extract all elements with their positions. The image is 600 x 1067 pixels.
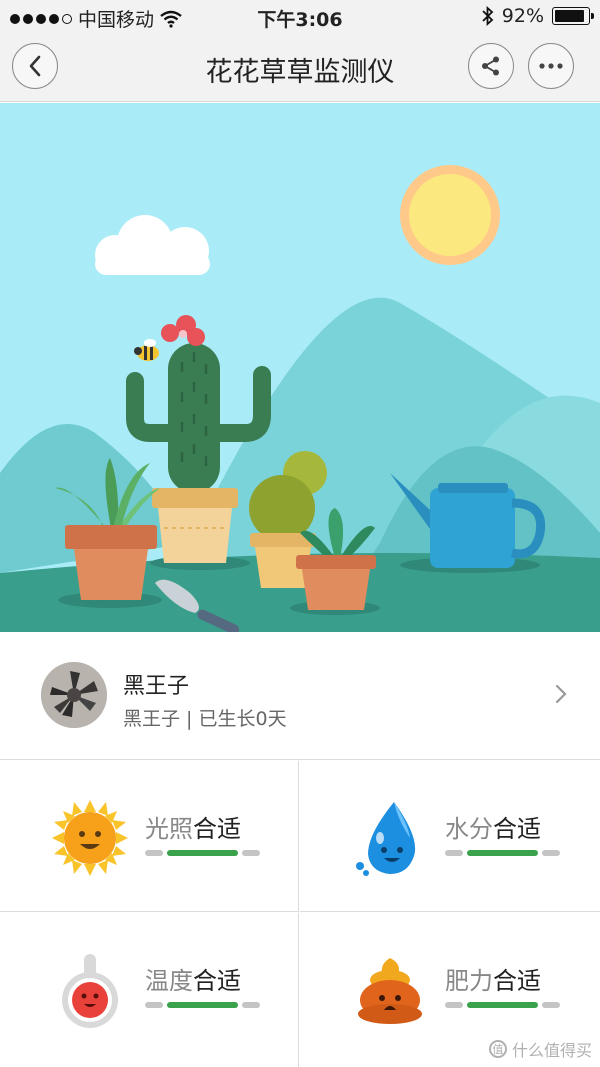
- gauge-low: [145, 1002, 163, 1008]
- more-dots-icon: [539, 63, 563, 69]
- more-button[interactable]: [528, 43, 574, 89]
- metric-name: 光照: [145, 815, 193, 843]
- metric-label: 水分合适: [445, 809, 541, 844]
- gauge-low: [445, 850, 463, 856]
- nav-bar: 花花草草监测仪: [0, 32, 600, 102]
- watermark-logo-icon: 值: [488, 1040, 507, 1058]
- gauge-high: [242, 850, 260, 856]
- bluetooth-icon: [482, 6, 494, 26]
- metric-label: 温度合适: [145, 961, 241, 996]
- sun-icon: [52, 800, 128, 876]
- metric-status: 合适: [193, 967, 241, 995]
- metric-name: 肥力: [445, 967, 493, 995]
- metric-status: 合适: [193, 815, 241, 843]
- gauge-low: [145, 850, 163, 856]
- metric-label: 肥力合适: [445, 961, 541, 996]
- metric-water[interactable]: 水分合适: [300, 761, 600, 912]
- gauge-high: [242, 1002, 260, 1008]
- water-drop-icon: [356, 802, 416, 876]
- battery-fill: [555, 10, 585, 22]
- share-icon: [482, 56, 499, 76]
- battery-icon: [552, 7, 594, 25]
- status-bar-gauge: [145, 1002, 260, 1008]
- gauge-ok: [467, 1002, 538, 1008]
- metric-light[interactable]: 光照合适: [0, 761, 299, 912]
- watermark-text: 什么值得买: [511, 1041, 592, 1060]
- status-bar: 中国移动 下午3:06 92%: [0, 0, 600, 32]
- metric-name: 温度: [145, 967, 193, 995]
- share-button[interactable]: [468, 43, 514, 89]
- gauge-ok: [467, 850, 538, 856]
- plant-info-row[interactable]: 黑王子 黑王子 | 已生长0天: [0, 632, 600, 760]
- gauge-ok: [167, 850, 238, 856]
- plant-name: 黑王子: [123, 674, 190, 699]
- thermometer-icon: [62, 954, 118, 1028]
- gauge-high: [542, 850, 560, 856]
- gauge-high: [542, 1002, 560, 1008]
- garden-illustration: [0, 103, 600, 632]
- status-bar-gauge: [445, 850, 560, 856]
- fertilizer-icon: [358, 958, 422, 1024]
- metric-label: 光照合适: [145, 809, 241, 844]
- status-bar-gauge: [445, 1002, 560, 1008]
- status-bar-gauge: [145, 850, 260, 856]
- gauge-low: [445, 1002, 463, 1008]
- metrics-grid: 光照合适 水分合适 温度合适 肥力合适: [0, 761, 600, 1067]
- sun-decoration: [400, 165, 500, 265]
- plant-avatar: [41, 662, 107, 728]
- svg-text:值: 值: [492, 1043, 503, 1056]
- chevron-right-icon: [555, 684, 567, 704]
- metric-status: 合适: [493, 815, 541, 843]
- metric-temperature[interactable]: 温度合适: [0, 913, 299, 1067]
- watermark: 值 什么值得买: [488, 1037, 592, 1061]
- gauge-ok: [167, 1002, 238, 1008]
- metric-status: 合适: [493, 967, 541, 995]
- battery-percent: 92%: [501, 5, 544, 27]
- plant-subtitle: 黑王子 | 已生长0天: [123, 708, 287, 730]
- metric-name: 水分: [445, 815, 493, 843]
